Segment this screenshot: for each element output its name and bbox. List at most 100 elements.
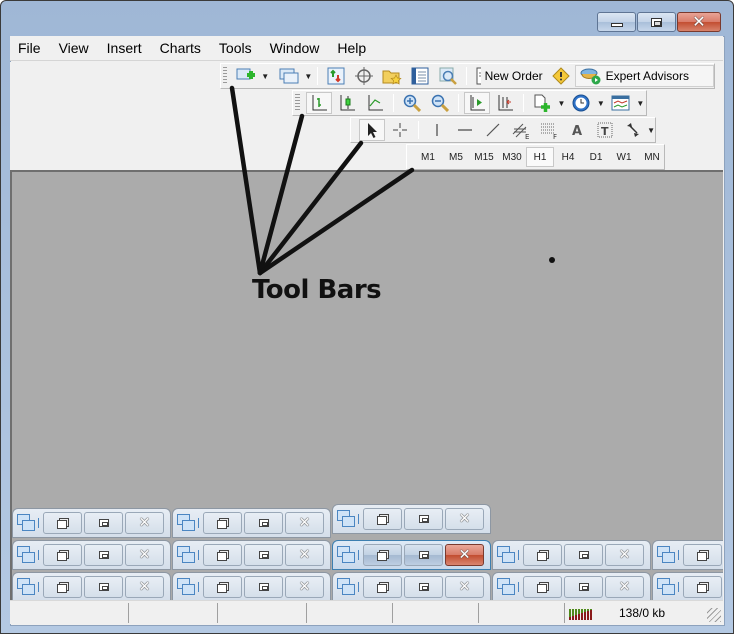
indicators-dropdown[interactable]: ▼	[556, 99, 567, 108]
periods-button[interactable]	[568, 92, 594, 114]
menu-charts[interactable]: Charts	[151, 37, 210, 59]
timeframe-m30[interactable]: M30	[498, 147, 526, 167]
close-button[interactable]: ✕	[677, 12, 721, 32]
alert-button[interactable]	[548, 65, 574, 87]
toolbar-grip[interactable]	[295, 94, 300, 112]
close-button[interactable]: ✕	[125, 512, 164, 534]
timeframe-w1[interactable]: W1	[610, 147, 638, 167]
market-watch-button[interactable]	[323, 65, 349, 87]
zoom-in-button[interactable]	[399, 92, 425, 114]
close-button[interactable]: ✕	[285, 544, 324, 566]
cursor-button[interactable]	[359, 119, 386, 141]
trendline-button[interactable]	[480, 119, 506, 141]
crosshair-button[interactable]	[387, 119, 413, 141]
navigator-button[interactable]	[379, 65, 405, 87]
minimized-chart-window[interactable]: ✕	[12, 540, 171, 570]
minimized-chart-window[interactable]: ✕	[172, 508, 331, 538]
restore-button[interactable]	[683, 544, 722, 566]
maximize-button[interactable]	[404, 508, 443, 530]
vertical-line-button[interactable]	[424, 119, 450, 141]
close-button[interactable]: ✕	[445, 576, 484, 598]
bar-chart-button[interactable]	[305, 92, 332, 114]
restore-button[interactable]	[43, 512, 82, 534]
auto-scroll-button[interactable]	[463, 92, 490, 114]
restore-button[interactable]	[523, 576, 562, 598]
periods-dropdown[interactable]: ▼	[595, 99, 606, 108]
close-button[interactable]: ✕	[445, 508, 484, 530]
minimized-chart-window-active[interactable]: ✕	[332, 540, 491, 570]
new-chart-dropdown[interactable]: ▼	[260, 72, 270, 81]
text-label-button[interactable]: T	[592, 119, 618, 141]
restore-button[interactable]	[363, 576, 402, 598]
menu-view[interactable]: View	[50, 37, 98, 59]
restore-button[interactable]	[43, 576, 82, 598]
restore-button[interactable]	[203, 544, 242, 566]
zoom-out-button[interactable]	[427, 92, 453, 114]
arrows-dropdown[interactable]: ▼	[647, 126, 655, 135]
close-button[interactable]: ✕	[285, 576, 324, 598]
fibonacci-button[interactable]: F	[536, 119, 562, 141]
line-chart-button[interactable]	[362, 92, 388, 114]
minimized-chart-window[interactable]: ✕	[12, 508, 171, 538]
maximize-button[interactable]	[244, 576, 283, 598]
menu-file[interactable]: File	[10, 37, 50, 59]
timeframe-m5[interactable]: M5	[442, 147, 470, 167]
close-button[interactable]: ✕	[125, 544, 164, 566]
arrows-button[interactable]	[620, 119, 646, 141]
timeframe-h4[interactable]: H4	[554, 147, 582, 167]
chart-shift-button[interactable]	[492, 92, 518, 114]
restore-button[interactable]	[523, 544, 562, 566]
close-button[interactable]: ✕	[125, 576, 164, 598]
maximize-button[interactable]	[84, 576, 123, 598]
maximize-button[interactable]	[564, 544, 603, 566]
terminal-button[interactable]	[407, 65, 433, 87]
profiles-button[interactable]	[276, 65, 302, 87]
expert-advisors-button[interactable]: Expert Advisors	[574, 65, 714, 87]
maximize-button[interactable]	[564, 576, 603, 598]
maximize-button[interactable]	[244, 544, 283, 566]
restore-button[interactable]	[363, 544, 402, 566]
close-button[interactable]: ✕	[445, 544, 484, 566]
maximize-button[interactable]	[404, 576, 443, 598]
templates-dropdown[interactable]: ▼	[635, 99, 646, 108]
maximize-button[interactable]	[84, 544, 123, 566]
restore-button[interactable]	[203, 512, 242, 534]
minimized-chart-window[interactable]	[652, 572, 723, 600]
data-window-button[interactable]	[351, 65, 377, 87]
timeframe-d1[interactable]: D1	[582, 147, 610, 167]
minimized-chart-window[interactable]: ✕	[172, 540, 331, 570]
timeframe-m1[interactable]: M1	[414, 147, 442, 167]
menu-tools[interactable]: Tools	[210, 37, 261, 59]
close-button[interactable]: ✕	[605, 576, 644, 598]
candlestick-button[interactable]	[334, 92, 360, 114]
resize-grip[interactable]	[707, 608, 721, 622]
timeframe-h1[interactable]: H1	[526, 147, 554, 167]
minimized-chart-window[interactable]: ✕	[492, 540, 651, 570]
menu-insert[interactable]: Insert	[98, 37, 151, 59]
minimized-chart-window[interactable]: ✕	[172, 572, 331, 600]
toolbar-grip[interactable]	[223, 67, 228, 85]
profiles-dropdown[interactable]: ▼	[303, 72, 313, 81]
restore-button[interactable]	[363, 508, 402, 530]
close-button[interactable]: ✕	[285, 512, 324, 534]
horizontal-line-button[interactable]	[452, 119, 478, 141]
menu-window[interactable]: Window	[261, 37, 329, 59]
equidistant-channel-button[interactable]: E	[508, 119, 534, 141]
restore-button[interactable]	[43, 544, 82, 566]
new-order-button[interactable]: New Order	[472, 65, 545, 87]
text-button[interactable]: A	[564, 119, 590, 141]
strategy-tester-button[interactable]	[435, 65, 461, 87]
maximize-button[interactable]	[637, 12, 676, 32]
minimized-chart-window[interactable]: ✕	[492, 572, 651, 600]
restore-button[interactable]	[683, 576, 722, 598]
minimize-button[interactable]	[597, 12, 636, 32]
maximize-button[interactable]	[244, 512, 283, 534]
maximize-button[interactable]	[404, 544, 443, 566]
templates-button[interactable]	[608, 92, 634, 114]
timeframe-mn[interactable]: MN	[638, 147, 666, 167]
maximize-button[interactable]	[84, 512, 123, 534]
restore-button[interactable]	[203, 576, 242, 598]
minimized-chart-window[interactable]: ✕	[332, 504, 491, 534]
timeframe-m15[interactable]: M15	[470, 147, 498, 167]
minimized-chart-window[interactable]: ✕	[332, 572, 491, 600]
